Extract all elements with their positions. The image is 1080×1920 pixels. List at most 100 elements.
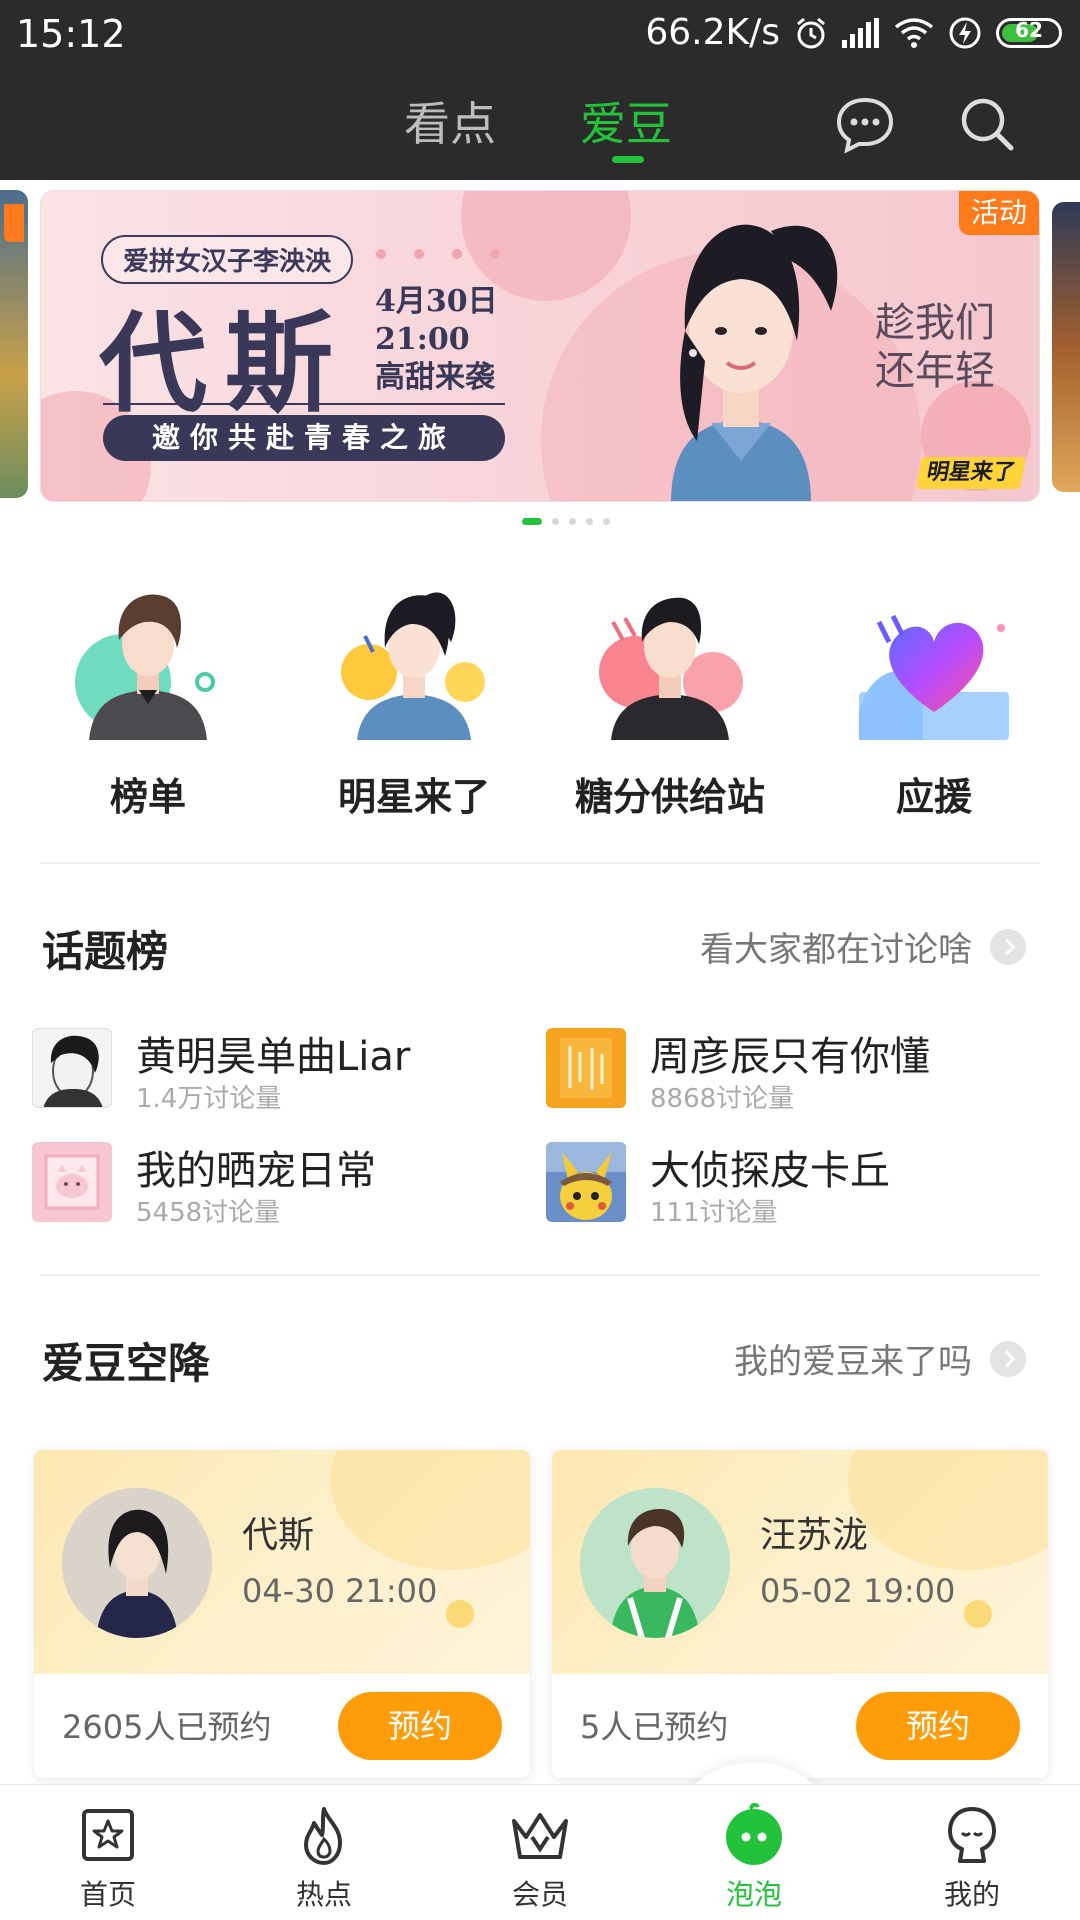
topic-name: 周彦辰只有你懂: [650, 1034, 930, 1080]
banner-date: 4月30日: [375, 284, 498, 319]
topics-more-link[interactable]: 看大家都在讨论啥: [700, 922, 1026, 971]
star-icon: [341, 592, 485, 740]
idol-drop-more-link[interactable]: 我的爱豆来了吗: [734, 1334, 1026, 1383]
chevron-right-icon: [990, 1340, 1026, 1377]
idol-booked-count: 5人已预约: [580, 1708, 729, 1746]
profile-icon: [948, 1807, 996, 1863]
idol-name: 汪苏泷: [760, 1515, 869, 1556]
topic-count: 8868讨论量: [650, 1084, 795, 1114]
banner-invite: 邀你共赴青春之旅: [103, 415, 505, 461]
banner-prev-peek[interactable]: [0, 190, 28, 498]
quick-entry-ranking[interactable]: 榜单: [48, 582, 248, 821]
avatar: [62, 1488, 212, 1638]
pager-dot: [569, 518, 576, 525]
status-time: 15:12: [16, 12, 126, 56]
topic-count: 5458讨论量: [136, 1198, 281, 1228]
banner-slide[interactable]: 爱拼女汉子李泱泱 代斯 4月30日 21:00 高甜来袭 邀你共赴青春之旅 趁我…: [40, 190, 1040, 502]
topics-more-text: 看大家都在讨论啥: [700, 930, 972, 970]
banner-activity-badge: 活动: [959, 191, 1039, 235]
topic-thumbnail: [32, 1142, 112, 1222]
tab-hot[interactable]: 热点: [244, 1785, 404, 1920]
bottom-tab-bar: 首页 热点 会员 泡泡 我的: [0, 1784, 1080, 1920]
signal-icon: [842, 17, 880, 48]
chevron-right-icon: [990, 928, 1026, 965]
topic-thumbnail: [32, 1028, 112, 1108]
idol-card[interactable]: 代斯 04-30 21:00 2605人已预约 预约: [34, 1450, 530, 1778]
tab-profile[interactable]: 我的: [892, 1785, 1052, 1920]
topic-name: 黄明昊单曲Liar: [136, 1034, 411, 1080]
topic-thumbnail: [546, 1142, 626, 1222]
quick-entry-label: 榜单: [109, 775, 186, 819]
topic-name: 我的晒宠日常: [136, 1148, 376, 1194]
banner-portrait: [671, 224, 838, 501]
tab-kandian[interactable]: 看点: [404, 88, 496, 154]
idol-drop-title: 爱豆空降: [42, 1339, 211, 1388]
topic-item[interactable]: 黄明昊单曲Liar 1.4万讨论量: [32, 1028, 512, 1114]
home-icon: [82, 1809, 134, 1861]
banner-decor-dots: [376, 249, 500, 259]
banner-carousel[interactable]: 爱拼女汉子李泱泱 代斯 4月30日 21:00 高甜来袭 邀你共赴青春之旅 趁我…: [0, 190, 1080, 510]
tab-label: 我的: [943, 1878, 1000, 1911]
banner-slogan-line1: 趁我们: [875, 300, 995, 346]
topic-thumbnail: [546, 1028, 626, 1108]
topic-item[interactable]: 大侦探皮卡丘 111讨论量: [546, 1142, 1026, 1228]
tab-aidou[interactable]: 爱豆: [580, 88, 672, 154]
tab-bubble[interactable]: 泡泡: [674, 1785, 834, 1920]
chat-icon[interactable]: [833, 92, 897, 156]
banner-headline: 代斯: [99, 301, 352, 427]
quick-entry-star[interactable]: 明星来了: [314, 582, 514, 821]
tab-home[interactable]: 首页: [28, 1785, 188, 1920]
topic-item[interactable]: 我的晒宠日常 5458讨论量: [32, 1142, 512, 1228]
heart-support-icon: [859, 614, 1009, 740]
network-speed: 66.2K/s: [645, 12, 780, 53]
topic-name: 大侦探皮卡丘: [650, 1148, 890, 1194]
tab-label: 首页: [79, 1878, 136, 1911]
topics-title: 话题榜: [42, 927, 169, 976]
quick-entry-support[interactable]: 应援: [834, 582, 1034, 821]
idol-booked-count: 2605人已预约: [62, 1708, 272, 1746]
tab-label: 会员: [511, 1878, 568, 1911]
quick-entry-label: 糖分供给站: [574, 775, 765, 819]
avatar: [580, 1488, 730, 1638]
banner-next-peek[interactable]: [1052, 202, 1080, 492]
tab-label: 热点: [295, 1878, 352, 1911]
ranking-icon: [75, 594, 215, 740]
idol-time: 04-30 21:00: [242, 1572, 438, 1610]
candy-station-icon: [599, 597, 743, 740]
banner-schedule: 4月30日 21:00 高甜来袭: [375, 283, 498, 397]
topic-count: 1.4万讨论量: [136, 1084, 282, 1114]
status-bar: 15:12 66.2K/s 62: [0, 0, 1080, 70]
section-divider: [40, 1274, 1040, 1276]
topic-count: 111讨论量: [650, 1198, 778, 1228]
quick-entry-candy-station[interactable]: 糖分供给站: [570, 582, 770, 821]
section-divider: [40, 862, 1040, 864]
pager-dot-active: [522, 518, 542, 525]
banner-logo: 明星来了: [916, 457, 1026, 489]
wifi-icon: [894, 17, 934, 49]
top-nav: 看点 爱豆: [0, 70, 1080, 180]
crown-icon: [512, 1813, 568, 1859]
top-header: 15:12 66.2K/s 62 看点 爱豆: [0, 0, 1080, 180]
quick-entry-label: 明星来了: [337, 775, 490, 819]
search-icon[interactable]: [955, 92, 1019, 156]
flame-icon: [304, 1807, 342, 1865]
tab-vip[interactable]: 会员: [460, 1785, 620, 1920]
battery-level: 62: [1015, 17, 1043, 42]
charging-icon: [948, 16, 982, 50]
banner-slogan: 趁我们 还年轻: [875, 299, 995, 395]
idol-card[interactable]: 汪苏泷 05-02 19:00 5人已预约 预约: [552, 1450, 1048, 1778]
reserve-button[interactable]: 预约: [338, 1692, 502, 1760]
quick-entry-label: 应援: [895, 775, 972, 819]
tab-label: 泡泡: [725, 1878, 782, 1911]
battery-icon: 62: [996, 17, 1062, 48]
reserve-button[interactable]: 预约: [856, 1692, 1020, 1760]
pager-dot: [586, 518, 593, 525]
banner-time: 21:00: [375, 322, 470, 357]
bubble-icon: [726, 1802, 782, 1865]
banner-subline: 高甜来袭: [375, 360, 495, 395]
alarm-icon: [794, 16, 828, 50]
banner-pager: [0, 518, 1080, 525]
topic-item[interactable]: 周彦辰只有你懂 8868讨论量: [546, 1028, 1026, 1114]
pager-dot: [603, 518, 610, 525]
banner-rule: [103, 403, 505, 405]
